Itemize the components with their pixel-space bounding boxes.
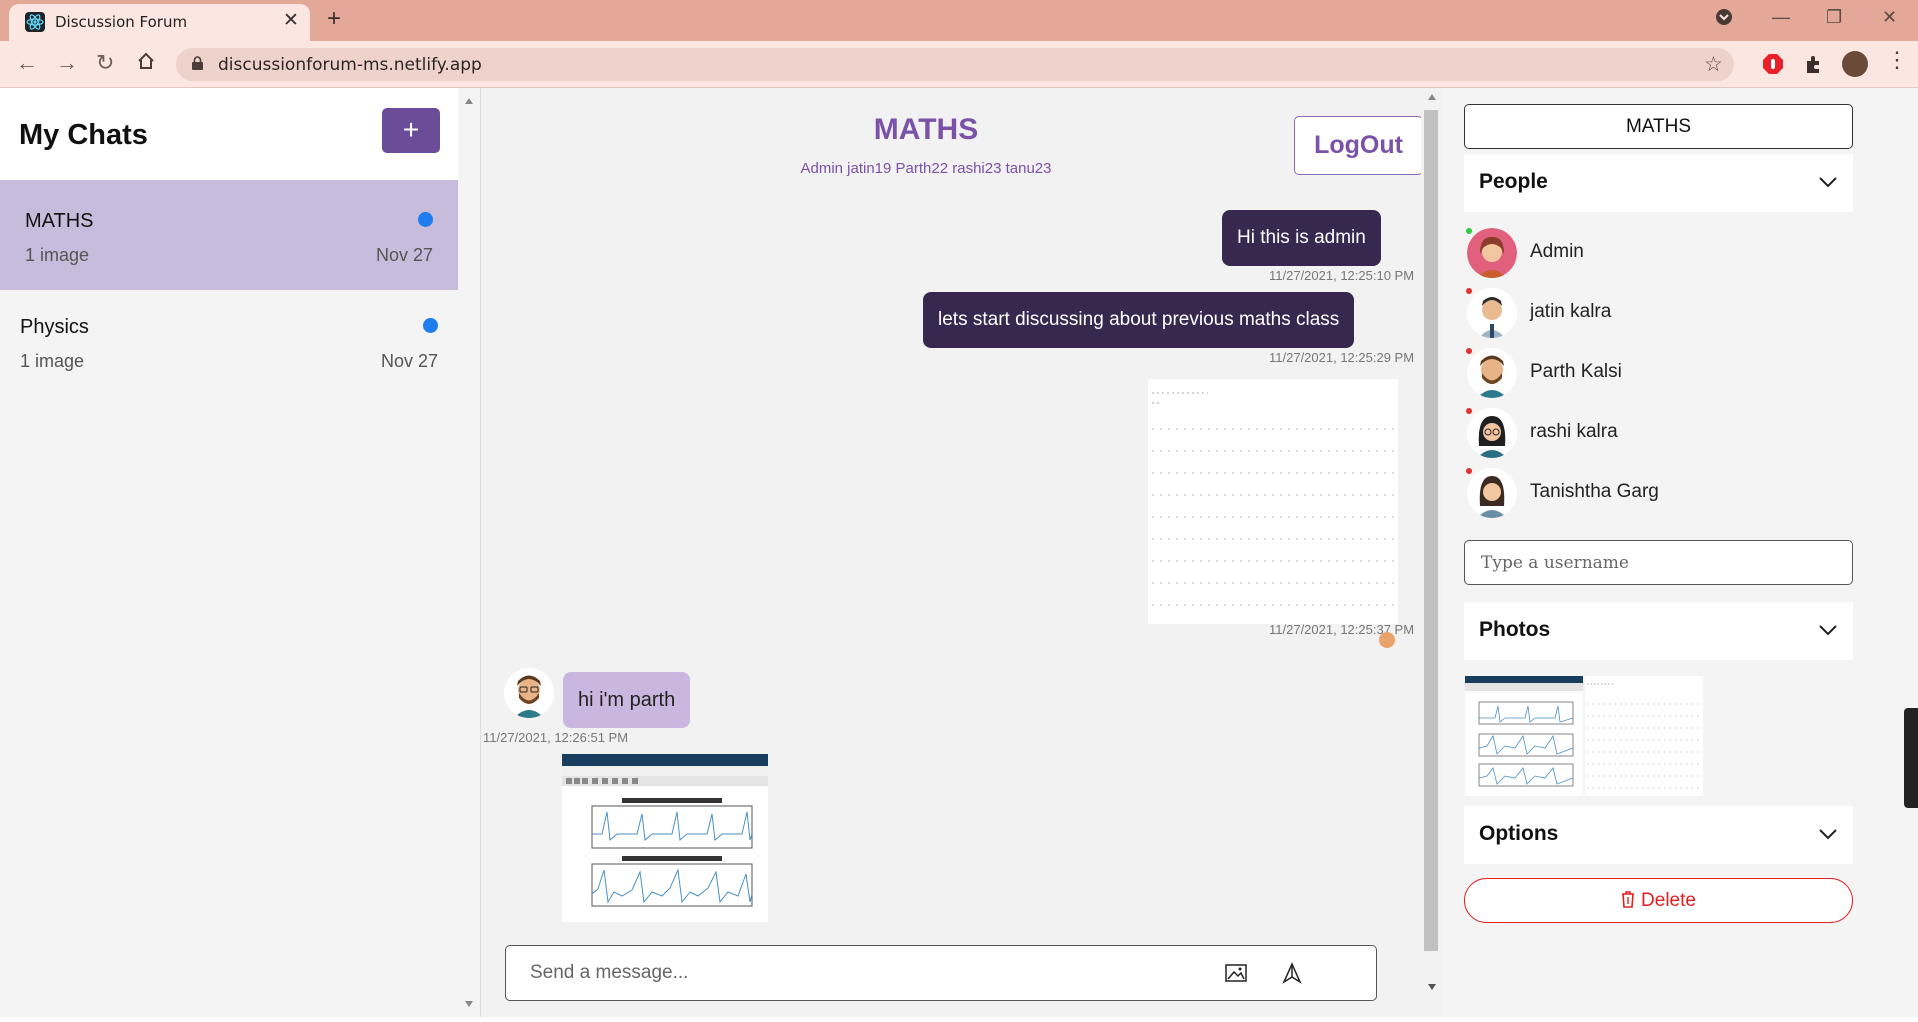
browser-toolbar: ← → ↻ discussionforum-ms.netlify.app ☆ ⋮ <box>0 41 1918 88</box>
tab-title: Discussion Forum <box>55 13 188 31</box>
url-text: discussionforum-ms.netlify.app <box>218 55 482 75</box>
sidebar-title: My Chats <box>19 119 148 151</box>
person-jatin-kalra[interactable]: jatin kalra <box>1464 288 1853 344</box>
tab-close-icon[interactable]: ✕ <box>283 9 299 32</box>
home-icon[interactable] <box>136 51 156 77</box>
chat-list-item-physics[interactable]: Physics 1 image Nov 27 <box>0 286 458 396</box>
people-section-header[interactable]: People <box>1464 154 1853 212</box>
person-name: rashi kalra <box>1530 421 1618 442</box>
message-image-table[interactable] <box>1148 379 1398 624</box>
offline-status-dot <box>1466 408 1472 414</box>
photos-section-header[interactable]: Photos <box>1464 602 1853 660</box>
message-image-figure[interactable] <box>562 754 768 922</box>
sender-avatar-parth <box>504 668 554 718</box>
browser-tab-strip: Discussion Forum ✕ + — ❐ ✕ <box>0 0 1918 41</box>
address-bar[interactable]: discussionforum-ms.netlify.app ☆ <box>176 48 1734 81</box>
chat-scrollbar-thumb[interactable] <box>1424 110 1438 951</box>
attach-image-icon[interactable] <box>1225 964 1247 982</box>
extensions-puzzle-icon[interactable] <box>1803 53 1825 75</box>
person-name: jatin kalra <box>1530 301 1612 322</box>
sidebar-scrollbar[interactable] <box>458 88 480 1017</box>
people-label: People <box>1479 170 1548 193</box>
lock-icon <box>192 56 203 70</box>
chat-item-last-message: 1 image <box>20 351 85 371</box>
chat-members: Admin jatin19 Parth22 rashi23 tanu23 <box>800 160 1052 177</box>
delete-chat-button[interactable]: Delete <box>1464 878 1853 923</box>
message-timestamp: 11/27/2021, 12:25:10 PM <box>1269 268 1415 283</box>
unread-dot <box>423 318 438 333</box>
message-timestamp: 11/27/2021, 12:25:29 PM <box>1269 350 1415 365</box>
message-bubble-out: Hi this is admin <box>1222 210 1381 266</box>
logout-button[interactable]: LogOut <box>1294 116 1423 175</box>
send-icon[interactable] <box>1282 962 1302 984</box>
restore-icon[interactable]: ❐ <box>1826 7 1842 28</box>
person-avatar <box>1467 228 1517 278</box>
chat-name-field[interactable]: MATHS <box>1464 104 1853 149</box>
bookmark-star-icon[interactable]: ☆ <box>1704 52 1723 77</box>
chat-item-name: MATHS <box>25 210 94 232</box>
chevron-down-icon <box>1819 625 1837 636</box>
person-avatar <box>1467 408 1517 458</box>
chat-panel: MATHS Admin jatin19 Parth22 rashi23 tanu… <box>480 88 1443 1017</box>
screen-recorder-badge <box>1904 708 1918 808</box>
back-icon[interactable]: ← <box>16 50 38 76</box>
offline-status-dot <box>1466 468 1472 474</box>
offline-status-dot <box>1466 348 1472 354</box>
person-avatar <box>1467 348 1517 398</box>
sidebar-header: My Chats + <box>0 88 458 180</box>
chat-list-item-maths[interactable]: MATHS 1 image Nov 27 <box>0 180 458 290</box>
minimize-icon[interactable]: — <box>1772 7 1790 28</box>
person-avatar <box>1467 288 1517 338</box>
chat-details-panel: MATHS People Admin jatin kalra Parth Kal… <box>1443 88 1918 1017</box>
chat-item-date: Nov 27 <box>380 351 438 371</box>
message-timestamp: 11/27/2021, 12:26:51 PM <box>483 730 629 745</box>
chat-item-last-message: 1 image <box>25 245 90 265</box>
chats-sidebar: My Chats + MATHS 1 image Nov 27 Physics … <box>0 88 480 1017</box>
online-status-dot <box>1466 228 1472 234</box>
message-input-placeholder: Send a message... <box>530 962 689 983</box>
person-admin[interactable]: Admin <box>1464 228 1853 284</box>
person-rashi-kalra[interactable]: rashi kalra <box>1464 408 1853 464</box>
chevron-down-icon <box>1819 829 1837 840</box>
options-section-header[interactable]: Options <box>1464 806 1853 864</box>
profile-avatar[interactable] <box>1842 51 1868 77</box>
adblock-extension-icon[interactable] <box>1762 53 1784 75</box>
new-tab-icon[interactable]: + <box>327 5 341 33</box>
unread-dot <box>418 212 433 227</box>
window-close-icon[interactable]: ✕ <box>1882 7 1897 28</box>
username-input-placeholder: Type a username <box>1481 553 1629 573</box>
person-name: Parth Kalsi <box>1530 361 1622 382</box>
trash-icon <box>1622 891 1635 908</box>
photo-thumbnail-table[interactable] <box>1585 676 1703 796</box>
options-label: Options <box>1479 822 1559 845</box>
chevron-down-icon <box>1819 177 1837 188</box>
offline-status-dot <box>1466 288 1472 294</box>
chat-item-name: Physics <box>20 316 89 338</box>
person-name: Tanishtha Garg <box>1530 481 1659 502</box>
photos-label: Photos <box>1479 618 1551 641</box>
delete-label: Delete <box>1641 890 1696 911</box>
react-favicon-icon <box>25 12 45 32</box>
person-avatar <box>1467 468 1517 518</box>
forward-icon[interactable]: → <box>56 50 78 76</box>
read-receipt-avatar <box>1379 632 1395 648</box>
photo-thumbnail-figure[interactable] <box>1465 676 1583 796</box>
browser-tab[interactable]: Discussion Forum ✕ <box>9 4 310 41</box>
chat-title: MATHS <box>873 113 979 146</box>
message-input[interactable]: Send a message... <box>505 945 1377 1001</box>
browser-menu-icon[interactable]: ⋮ <box>1886 47 1908 73</box>
person-name: Admin <box>1530 241 1584 262</box>
username-search-input[interactable]: Type a username <box>1464 540 1853 585</box>
person-tanishtha-garg[interactable]: Tanishtha Garg <box>1464 468 1853 524</box>
message-bubble-in: hi i'm parth <box>563 672 691 728</box>
new-chat-button[interactable]: + <box>382 108 440 153</box>
message-bubble-out: lets start discussing about previous mat… <box>923 292 1355 348</box>
tab-search-icon[interactable] <box>1714 7 1734 32</box>
reload-icon[interactable]: ↻ <box>96 50 114 76</box>
chat-item-date: Nov 27 <box>375 245 433 265</box>
person-parth-kalsi[interactable]: Parth Kalsi <box>1464 348 1853 404</box>
